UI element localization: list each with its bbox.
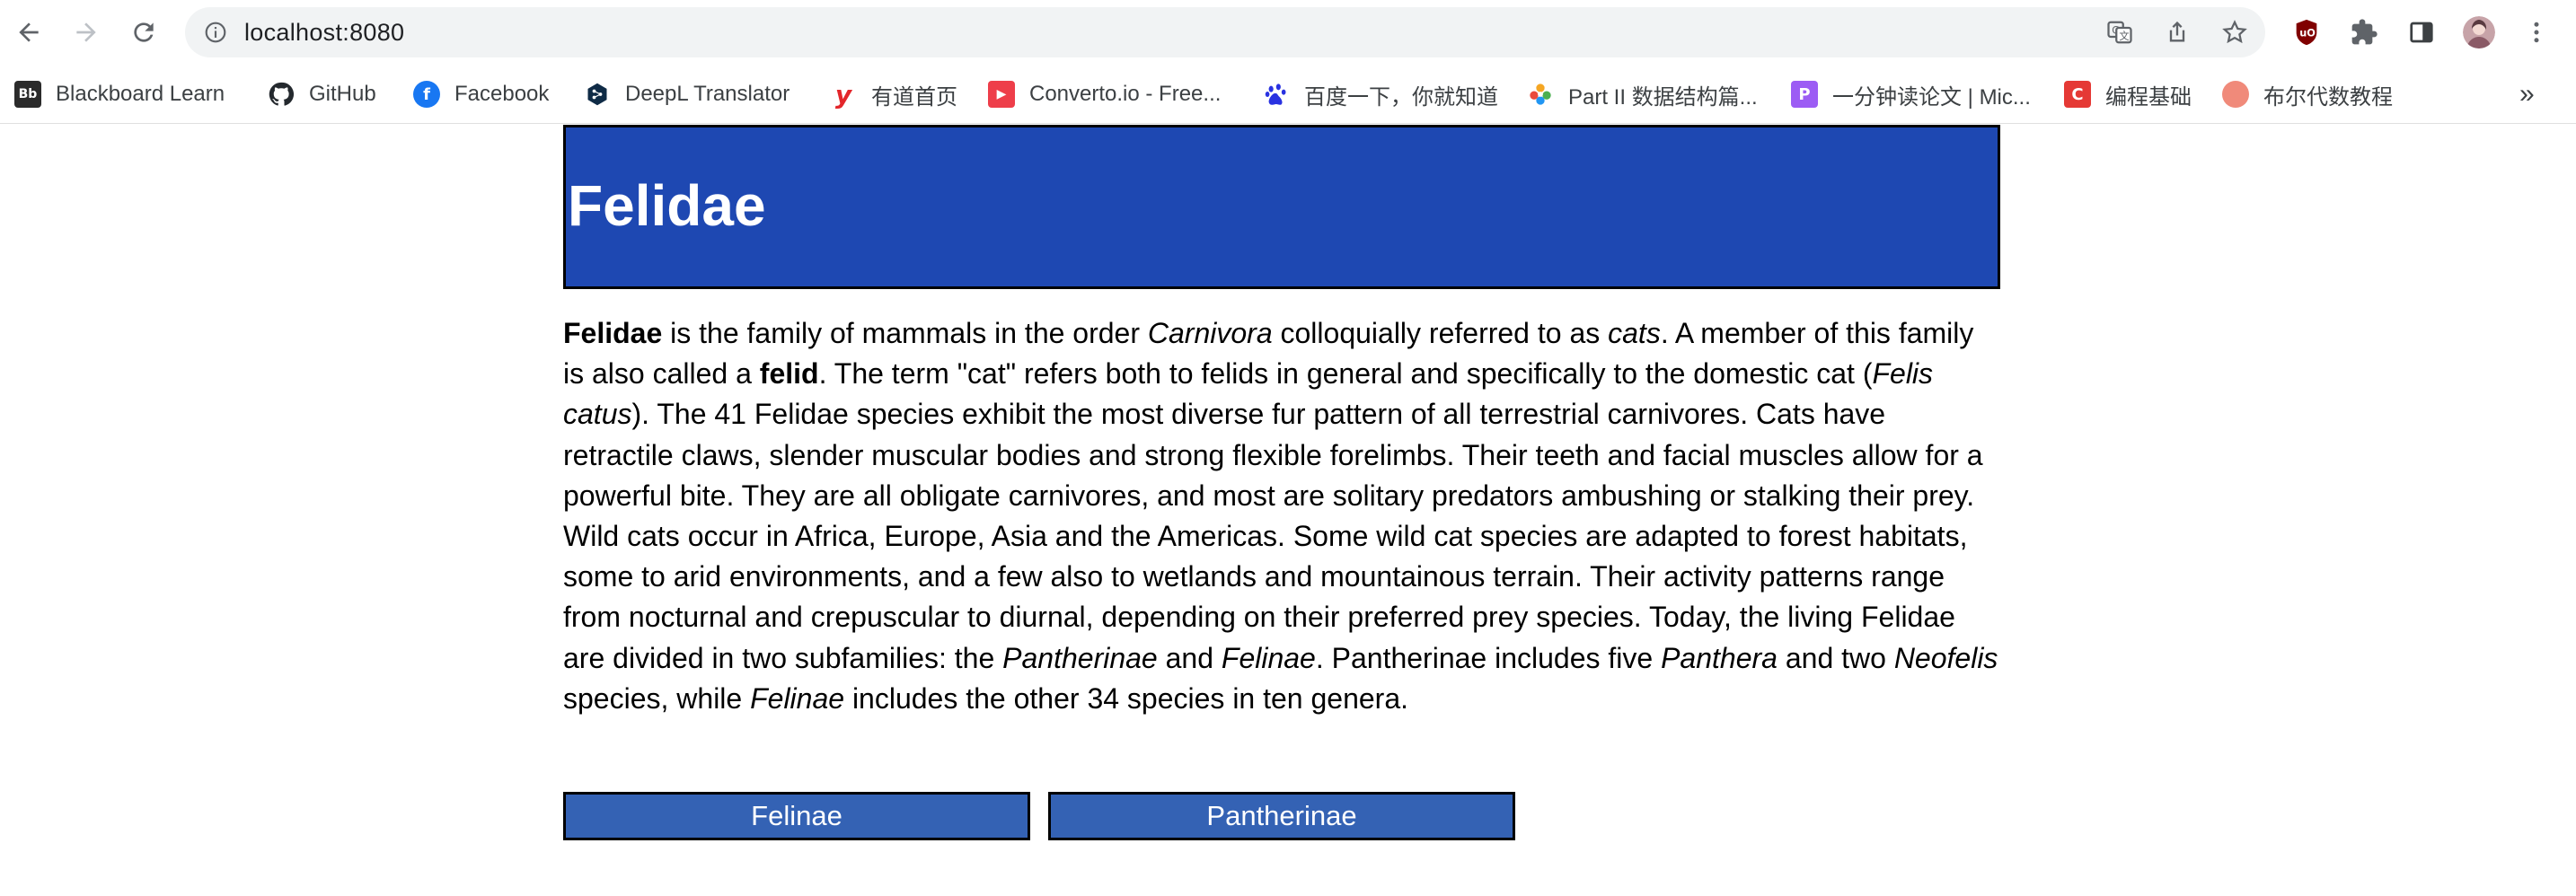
page-header: Felidae [563, 125, 2000, 289]
text-run: ). The 41 Felidae species exhibit the mo… [563, 398, 1983, 674]
reload-button[interactable] [124, 13, 163, 52]
url-text[interactable]: localhost:8080 [244, 7, 404, 57]
bookmark-blackboard[interactable]: Bb Blackboard Learn [14, 65, 225, 124]
bookmark-label: Part II 数据结构篇... [1568, 84, 1758, 110]
text-run: includes the other 34 species in ten gen… [844, 681, 1409, 715]
blackboard-icon: Bb [14, 81, 41, 108]
chrome-menu-icon[interactable] [2520, 16, 2553, 48]
svg-text:uO: uO [2299, 26, 2316, 39]
arrow-left-icon [19, 22, 39, 42]
bookmark-label: 一分钟读论文 | Mic... [1832, 84, 2031, 110]
text-run: is the family of mammals in the order [662, 317, 1148, 349]
site-info-icon[interactable] [203, 20, 228, 45]
text-run: colloquially referred to as [1272, 317, 1609, 349]
italic-term: cats [1608, 317, 1661, 349]
extensions-puzzle-icon[interactable] [2348, 16, 2380, 48]
svg-text:文: 文 [2119, 30, 2129, 42]
address-bar[interactable]: localhost:8080 G文 [185, 7, 2265, 57]
text-run: and [1157, 641, 1222, 674]
bookmark-label: 编程基础 [2105, 84, 2192, 110]
bold-term: Felidae [563, 317, 663, 349]
bookmark-paper[interactable]: P 一分钟读论文 | Mic... [1791, 65, 2031, 124]
bookmark-boolean[interactable]: 布尔代数教程 [2222, 65, 2393, 124]
bookmark-github[interactable]: GitHub [268, 65, 376, 124]
c-app-icon: C [2064, 81, 2091, 108]
facebook-icon: f [413, 81, 440, 108]
text-run: . Pantherinae includes five [1315, 641, 1662, 674]
deepl-icon [584, 81, 611, 108]
bookmark-facebook[interactable]: f Facebook [413, 65, 549, 124]
ublock-icon[interactable]: uO [2290, 16, 2323, 48]
page-title: Felidae [568, 173, 766, 238]
bookmark-label: 布尔代数教程 [2263, 84, 2393, 110]
article-paragraph: Felidae is the family of mammals in the … [563, 313, 2000, 719]
youdao-icon: y [834, 79, 852, 110]
github-icon [268, 81, 295, 108]
converto-icon: ▶ [988, 81, 1015, 108]
translate-icon[interactable]: G文 [2105, 18, 2134, 47]
back-button[interactable] [9, 13, 49, 52]
italic-term: Pantherinae [1002, 641, 1158, 674]
bookmark-deepl[interactable]: DeepL Translator [584, 65, 790, 124]
side-panel-icon[interactable] [2405, 16, 2438, 48]
forward-button[interactable] [66, 13, 106, 52]
circle-site-icon [2222, 81, 2249, 108]
leetcode-flower-icon [1527, 81, 1554, 108]
bookmark-label: 有道首页 [871, 84, 957, 110]
bookmark-label: DeepL Translator [625, 82, 790, 106]
italic-term: Neofelis [1893, 641, 1998, 674]
reload-icon [134, 22, 154, 42]
bookmark-label: 百度一下，你就知道 [1304, 84, 1498, 110]
bookmark-label: Converto.io - Free... [1029, 82, 1222, 106]
page-content: Felidae Felidae is the family of mammals… [0, 125, 2576, 896]
arrow-right-icon [76, 22, 96, 42]
text-run: species, while [563, 681, 751, 715]
bookmark-programming[interactable]: C 编程基础 [2064, 65, 2192, 124]
text-run: . The term "cat" refers both to felids i… [818, 357, 1873, 391]
bookmark-label: Facebook [454, 82, 550, 106]
bold-term: felid [759, 357, 819, 391]
more-bookmarks-icon[interactable]: » [2519, 65, 2535, 124]
browser-toolbar: localhost:8080 G文 uO [0, 0, 2576, 65]
bookmark-youdao[interactable]: y 有道首页 [830, 65, 957, 124]
text-run: and two [1777, 641, 1894, 674]
baidu-icon [1263, 81, 1290, 108]
bookmark-label: GitHub [309, 82, 376, 106]
pantherinae-button[interactable]: Pantherinae [1048, 792, 1515, 840]
italic-term: Carnivora [1147, 317, 1273, 349]
p-app-icon: P [1791, 81, 1818, 108]
bookmark-label: Blackboard Learn [56, 82, 225, 106]
italic-term: Felinae [750, 681, 845, 715]
bookmark-star-icon[interactable] [2220, 18, 2249, 47]
bookmark-converto[interactable]: ▶ Converto.io - Free... [988, 65, 1221, 124]
bookmark-part2[interactable]: Part II 数据结构篇... [1527, 65, 1758, 124]
felinae-button[interactable]: Felinae [563, 792, 1030, 840]
bookmark-baidu[interactable]: 百度一下，你就知道 [1263, 65, 1498, 124]
bookmarks-bar: Bb Blackboard Learn GitHub f Facebook De… [0, 65, 2576, 124]
share-icon[interactable] [2163, 18, 2192, 47]
italic-term: Panthera [1661, 641, 1778, 674]
italic-term: Felinae [1221, 641, 1316, 674]
profile-avatar[interactable] [2463, 16, 2495, 48]
